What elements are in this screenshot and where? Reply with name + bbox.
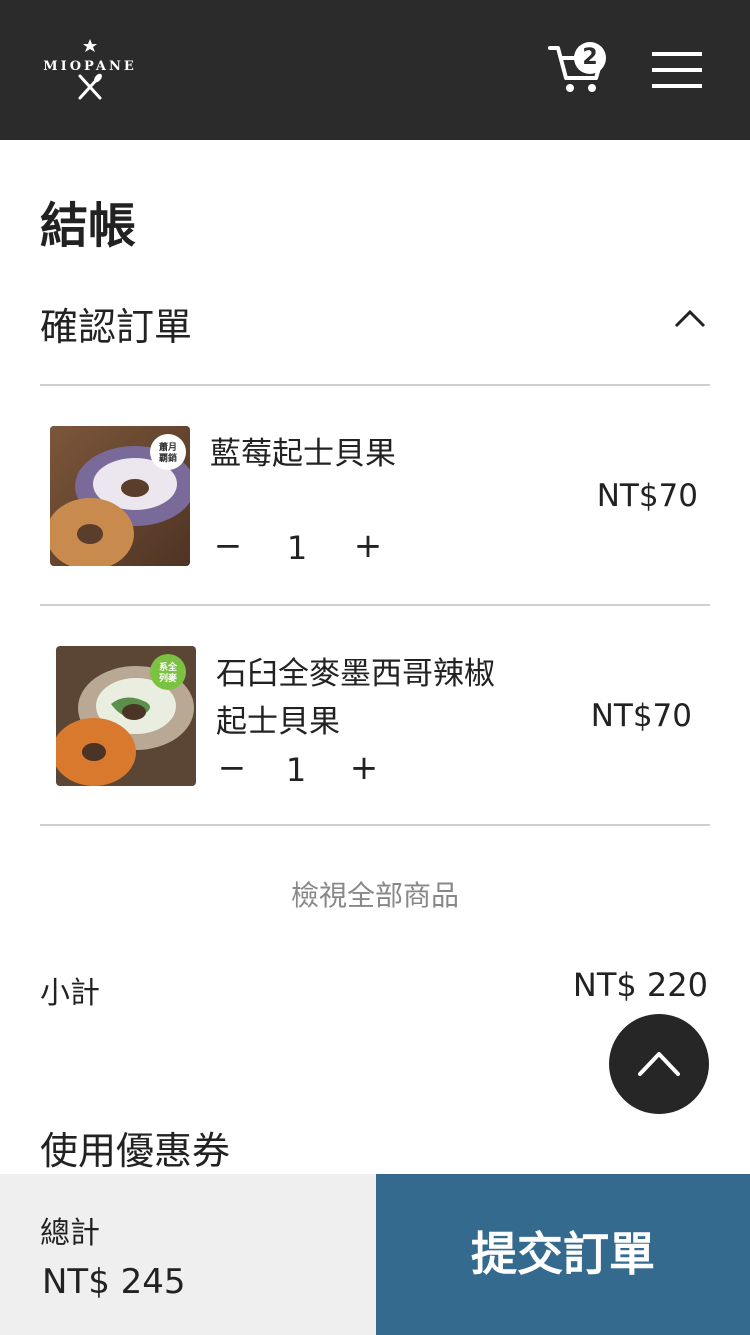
product-image-blueberry-bagel[interactable]: 蕭月 覇銷: [50, 426, 190, 566]
decrease-quantity-button[interactable]: −: [212, 748, 252, 788]
increase-quantity-button[interactable]: +: [344, 748, 384, 788]
back-to-top-button[interactable]: [609, 1014, 709, 1114]
item-price: NT$70: [596, 478, 698, 514]
page-title: 結帳: [40, 198, 137, 254]
item-quantity: 1: [285, 751, 307, 789]
hamburger-menu-icon[interactable]: [652, 50, 702, 90]
divider: [40, 824, 710, 826]
subtotal-value: NT$ 220: [572, 966, 708, 1004]
chevron-up-icon: [638, 1052, 680, 1076]
subtotal-label: 小計: [40, 976, 100, 1011]
item-name-line2: 起士貝果: [216, 704, 340, 740]
confirm-order-heading[interactable]: 確認訂單: [40, 296, 192, 351]
top-header: MIOPANE 2: [0, 0, 750, 140]
decrease-quantity-button[interactable]: −: [208, 526, 248, 566]
coupon-heading[interactable]: 使用優惠券: [40, 1120, 230, 1175]
total-panel: [0, 1174, 376, 1335]
badge-text-line1: 蕭月: [159, 441, 177, 453]
chevron-up-icon[interactable]: [672, 300, 708, 336]
total-label: 總計: [40, 1216, 100, 1251]
divider: [40, 604, 710, 606]
item-price: NT$70: [590, 698, 692, 734]
cart-count-badge: 2: [574, 42, 606, 74]
item-name: 藍莓起士貝果: [210, 436, 396, 472]
badge-text-line2: 列麥: [159, 672, 178, 684]
total-value: NT$ 245: [42, 1262, 186, 1302]
item-quantity: 1: [286, 529, 308, 567]
item-name: 石臼全麥墨西哥辣椒: [216, 656, 495, 692]
product-image-jalapeno-bagel[interactable]: 系全 列麥: [56, 646, 196, 786]
increase-quantity-button[interactable]: +: [348, 526, 388, 566]
divider: [40, 384, 710, 386]
badge-text-line1: 系全: [159, 661, 178, 673]
view-all-products-link[interactable]: 檢視全部商品: [0, 874, 750, 914]
badge-text-line2: 覇銷: [159, 452, 177, 464]
miopane-logo[interactable]: MIOPANE: [40, 36, 140, 106]
logo-text: MIOPANE: [43, 59, 137, 74]
submit-order-button[interactable]: 提交訂單: [376, 1174, 750, 1335]
